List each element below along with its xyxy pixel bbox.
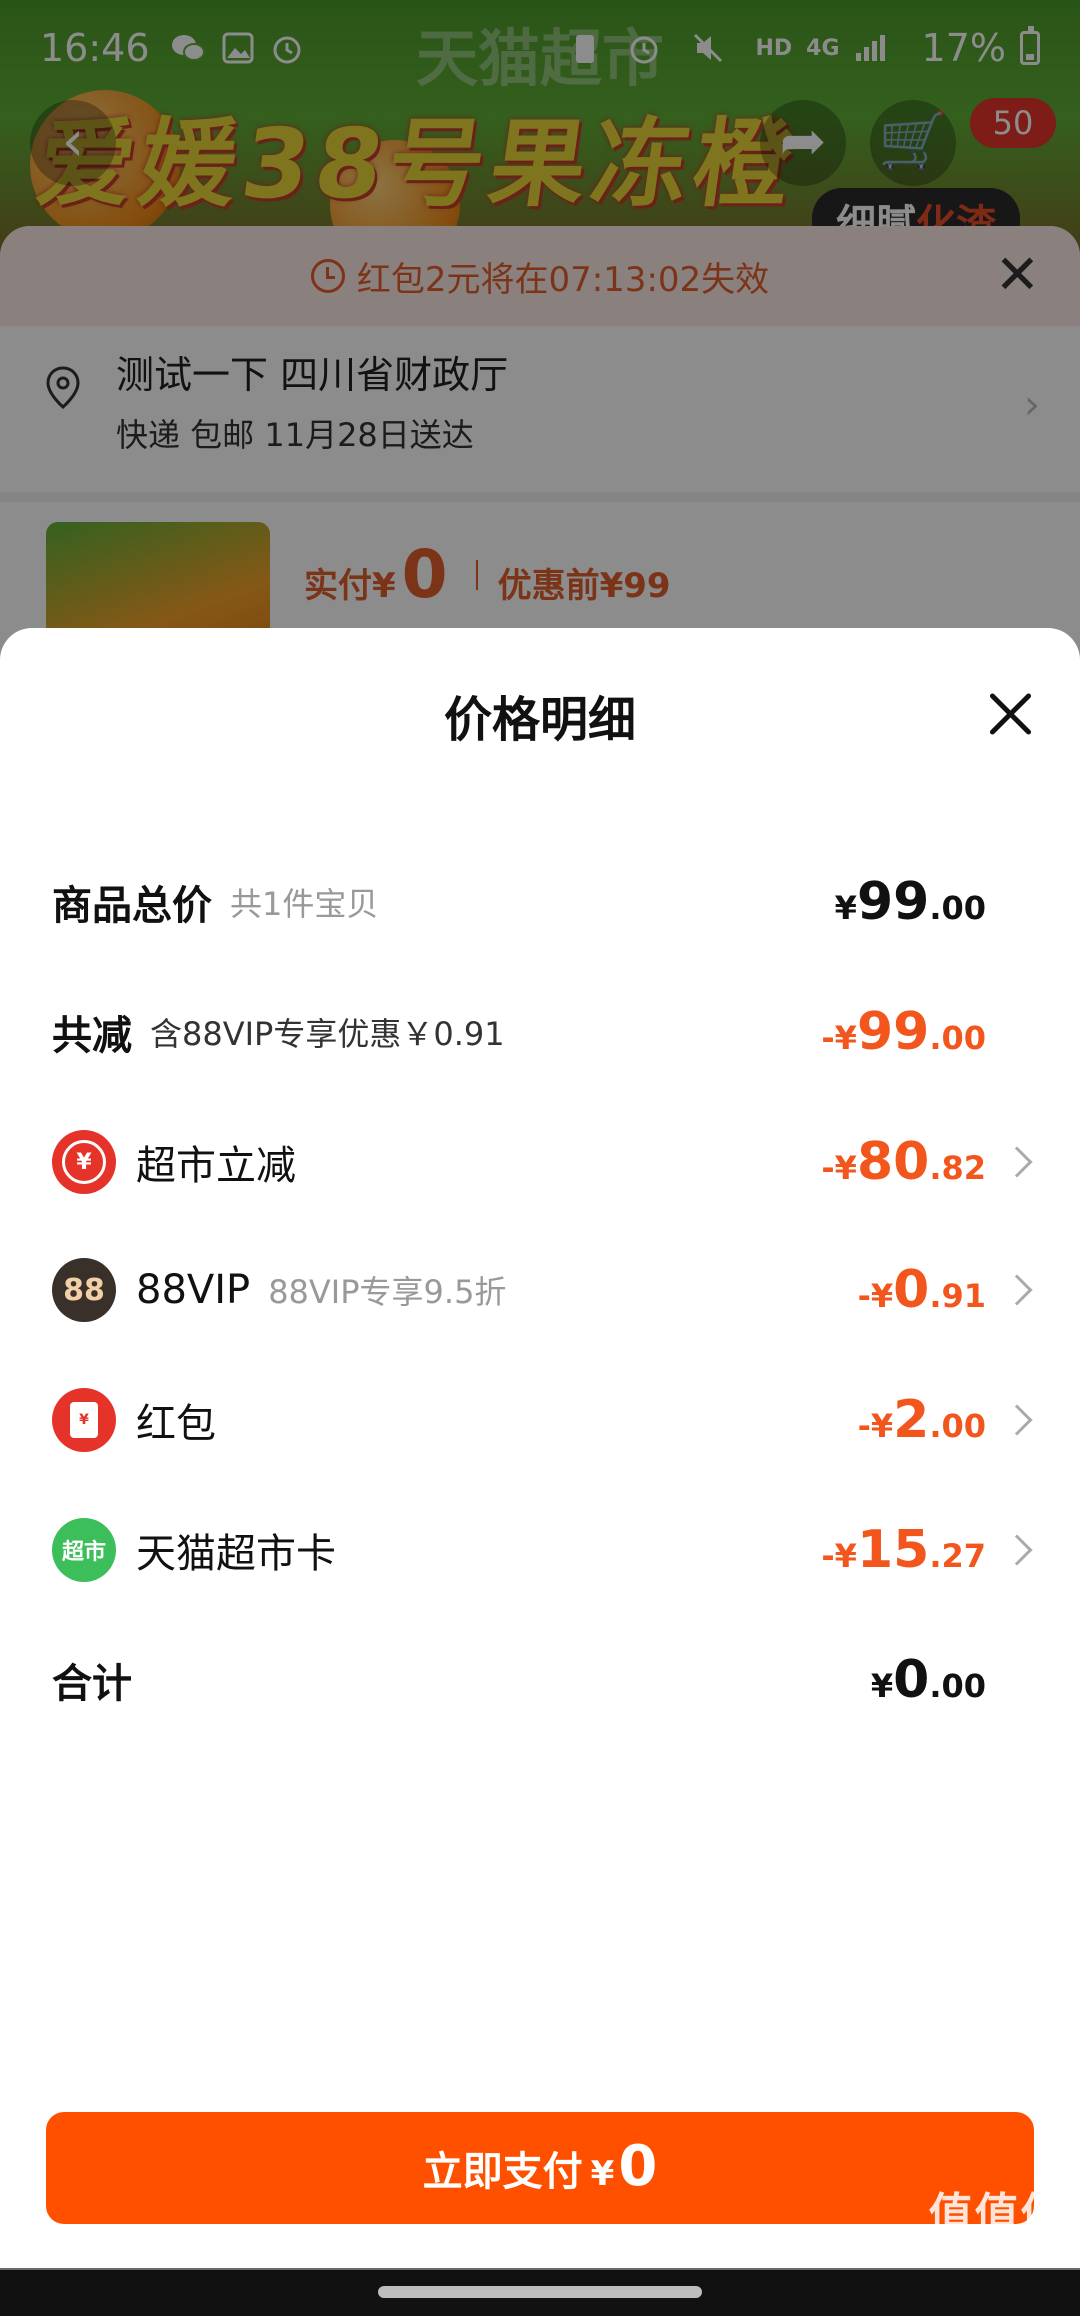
redpacket-amount: -¥ 2.00 xyxy=(858,1390,986,1450)
currency-sign: -¥ xyxy=(857,1277,894,1315)
amount-integer: 2 xyxy=(893,1390,930,1450)
watermark-logo: 值值值 xyxy=(928,2189,1067,2240)
navigation-bar xyxy=(0,2270,1080,2316)
vip-88-icon: 88 xyxy=(52,1258,116,1322)
amount-decimal: .27 xyxy=(929,1537,986,1575)
total-label: 商品总价 xyxy=(52,883,212,929)
vip-note: 88VIP专享9.5折 xyxy=(268,1273,507,1311)
market-card-icon: 超市 xyxy=(52,1518,116,1582)
total-reduction-row: 共减 含88VIP专享优惠￥0.91 -¥ 99.00 xyxy=(0,982,1080,1082)
chevron-right-icon xyxy=(1001,1274,1033,1306)
vip-included-note: 含88VIP专享优惠￥0.91 xyxy=(150,1015,505,1053)
price-detail-modal: 价格明细 商品总价 共1件宝贝 ¥99.00 共减 含88VIP专享优惠￥0.9… xyxy=(0,628,1080,2268)
yuan-symbol: ¥ xyxy=(70,1402,98,1438)
market-discount-label: 超市立减 xyxy=(136,1143,296,1189)
chevron-right-icon xyxy=(1001,1146,1033,1178)
pay-now-label: 立即支付 xyxy=(422,2149,583,2195)
total-price-row: 商品总价 共1件宝贝 ¥99.00 xyxy=(0,852,1080,952)
amount-integer: 15 xyxy=(856,1520,930,1580)
vip-discount-amount: -¥ 0.91 xyxy=(858,1260,986,1320)
market-card-amount: -¥ 15.27 xyxy=(821,1520,986,1580)
amount-decimal: .00 xyxy=(929,1407,986,1445)
amount-decimal: .00 xyxy=(929,1667,986,1705)
redpacket-icon: ¥ xyxy=(52,1388,116,1452)
watermark: 值值值 zhizhizhi.com xyxy=(923,2178,1072,2269)
watermark-url: zhizhizhi.com xyxy=(923,2244,1072,2269)
amount-integer: 80 xyxy=(856,1132,930,1192)
amount-integer: 99 xyxy=(856,872,930,932)
item-count: 共1件宝贝 xyxy=(230,885,379,923)
pay-now-amount: 0 xyxy=(618,2134,658,2199)
currency-sign: -¥ xyxy=(857,1407,894,1445)
market-discount-amount: -¥ 80.82 xyxy=(821,1132,986,1192)
reduction-label: 共减 xyxy=(52,1013,132,1059)
vip-discount-row[interactable]: 88 88VIP 88VIP专享9.5折 -¥ 0.91 xyxy=(0,1240,1080,1340)
redpacket-row[interactable]: ¥ 红包 -¥ 2.00 xyxy=(0,1370,1080,1470)
currency-sign: -¥ xyxy=(821,1019,857,1057)
home-indicator[interactable] xyxy=(378,2286,702,2298)
redpacket-label: 红包 xyxy=(136,1401,216,1447)
vip-label: 88VIP xyxy=(136,1267,251,1313)
modal-backdrop[interactable] xyxy=(0,0,1080,700)
chevron-right-icon xyxy=(1001,1404,1033,1436)
sum-row: 合计 ¥0.00 xyxy=(0,1630,1080,1730)
currency-sign: ¥ xyxy=(870,1667,894,1705)
amount-decimal: .00 xyxy=(929,889,986,927)
market-card-row[interactable]: 超市 天猫超市卡 -¥ 15.27 xyxy=(0,1500,1080,1600)
sum-label: 合计 xyxy=(52,1661,132,1707)
amount-decimal: .82 xyxy=(929,1149,986,1187)
chevron-right-icon xyxy=(1001,1534,1033,1566)
total-amount: ¥99.00 xyxy=(835,872,986,932)
sum-amount: ¥0.00 xyxy=(871,1650,986,1710)
market-discount-icon: ¥ xyxy=(52,1130,116,1194)
modal-title: 价格明细 xyxy=(443,692,636,748)
market-card-label: 天猫超市卡 xyxy=(136,1531,336,1577)
close-icon[interactable] xyxy=(986,690,1034,738)
pay-now-button[interactable]: 立即支付 ¥ 0 xyxy=(46,2112,1034,2224)
amount-integer: 0 xyxy=(893,1650,930,1710)
yuan-symbol: ¥ xyxy=(62,1140,106,1184)
market-discount-row[interactable]: ¥ 超市立减 -¥ 80.82 xyxy=(0,1112,1080,1212)
amount-integer: 0 xyxy=(893,1260,930,1320)
pay-currency-sign: ¥ xyxy=(590,2154,615,2194)
amount-integer: 99 xyxy=(856,1002,930,1062)
amount-decimal: .00 xyxy=(929,1019,986,1057)
amount-decimal: .91 xyxy=(929,1277,986,1315)
currency-sign: -¥ xyxy=(821,1149,857,1187)
reduction-amount: -¥ 99.00 xyxy=(821,1002,986,1062)
currency-sign: -¥ xyxy=(821,1537,857,1575)
currency-sign: ¥ xyxy=(834,889,857,927)
